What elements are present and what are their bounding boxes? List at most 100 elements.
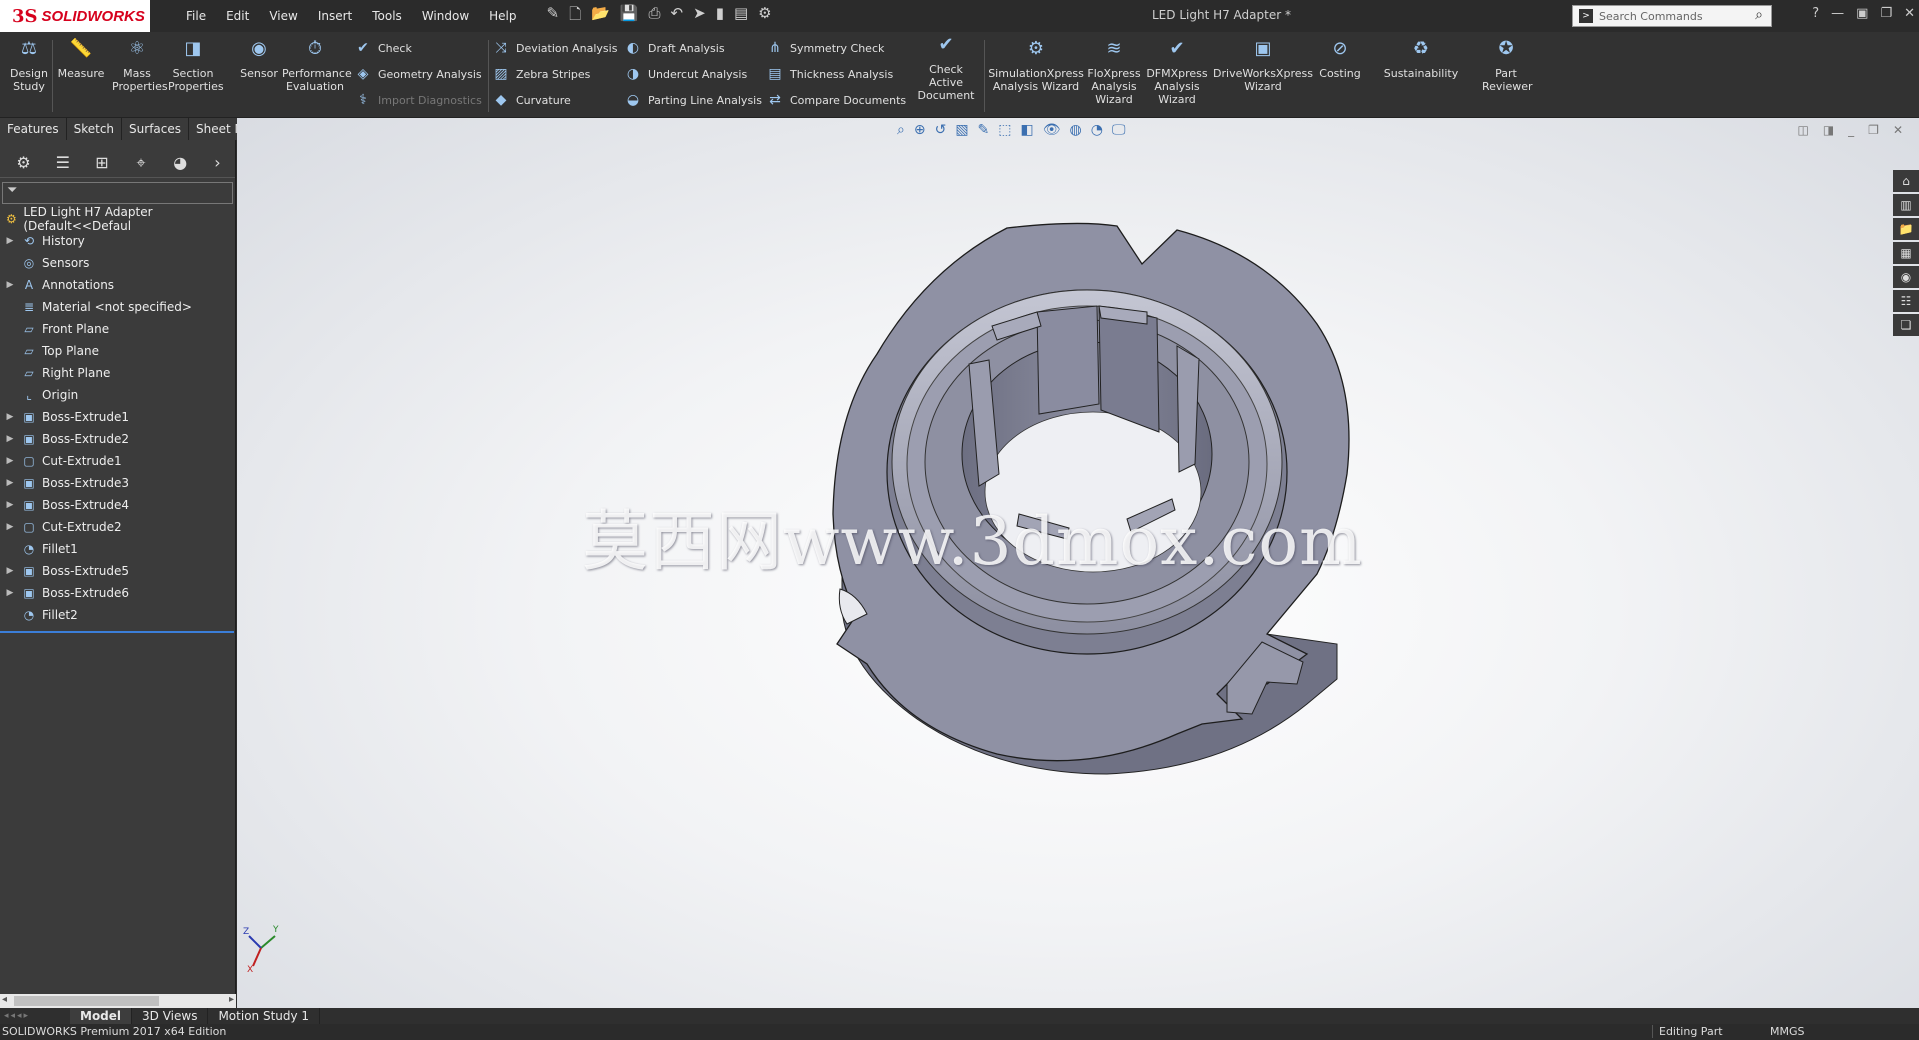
menu-edit[interactable]: Edit — [216, 9, 259, 23]
ribbon-draft-analysis-button[interactable]: ◐ Draft Analysis — [624, 40, 725, 56]
tree-item-front-plane[interactable]: ▱ Front Plane — [0, 318, 235, 340]
expand-arrow-icon[interactable]: ▶ — [0, 566, 20, 576]
scroll-thumb[interactable] — [14, 996, 159, 1006]
view-settings-icon[interactable]: 🖵 — [1112, 122, 1126, 138]
traffic-light-icon[interactable]: ▮ — [716, 4, 724, 29]
panel-horizontal-scrollbar[interactable]: ◂ ▸ — [0, 994, 236, 1008]
solidworks-logo[interactable]: 3S SOLIDWORKS — [0, 0, 150, 32]
status-units[interactable]: MMGS — [1770, 1025, 1805, 1038]
tab-features[interactable]: Features — [0, 118, 67, 140]
ribbon-performance-evaluation-button[interactable]: ⏱ Performance Evaluation — [282, 40, 352, 94]
new-document-icon[interactable]: 🗋 — [569, 4, 581, 29]
print-icon[interactable]: ⎙ — [649, 4, 661, 29]
ribbon-sensor-button[interactable]: ◉ Sensor — [234, 40, 284, 81]
expand-arrow-icon[interactable]: ▶ — [0, 412, 20, 422]
tree-item-boss-extrude2[interactable]: ▶ ▣ Boss-Extrude2 — [0, 428, 235, 450]
tree-filter[interactable]: ⏷ — [2, 182, 233, 204]
tree-item-boss-extrude4[interactable]: ▶ ▣ Boss-Extrude4 — [0, 494, 235, 516]
ribbon-zebra-stripes-button[interactable]: ▨ Zebra Stripes — [492, 66, 590, 82]
search-icon[interactable]: ⌕ — [1755, 7, 1763, 23]
ribbon-sustainability-button[interactable]: ♻ Sustainability — [1380, 40, 1462, 81]
save-icon[interactable]: 💾 — [620, 4, 639, 29]
tree-item-cut-extrude2[interactable]: ▶ ▢ Cut-Extrude2 — [0, 516, 235, 538]
zoom-to-area-icon[interactable]: ⊕ — [914, 122, 926, 138]
view-orientation-icon[interactable]: ⬚ — [998, 122, 1011, 138]
ribbon-geometry-analysis-button[interactable]: ◈ Geometry Analysis — [354, 66, 482, 82]
tree-item-led-light-h7-adapter-default-defaul[interactable]: ⚙ LED Light H7 Adapter (Default<<Defaul — [0, 205, 235, 233]
tree-item-history[interactable]: ▶ ⟲ History — [0, 230, 235, 252]
ribbon-parting-line-analysis-button[interactable]: ◒ Parting Line Analysis — [624, 92, 762, 108]
ribbon-thickness-analysis-button[interactable]: ▤ Thickness Analysis — [766, 66, 893, 82]
bottom-tab-model[interactable]: Model — [70, 1008, 133, 1024]
ribbon-section-properties-button[interactable]: ◨ Section Properties — [168, 40, 224, 94]
tab-surfaces[interactable]: Surfaces — [122, 118, 190, 140]
undo-icon[interactable]: ↶ — [671, 4, 684, 29]
ribbon-driveworksxpress-wizard-button[interactable]: ▣ DriveWorksXpress Wizard — [1210, 40, 1316, 94]
ribbon-dfmxpress-analysis-wizard-button[interactable]: ✔ DFMXpress Analysis Wizard — [1144, 40, 1210, 107]
ribbon-check-button[interactable]: ✔ Check — [354, 40, 412, 56]
tree-item-right-plane[interactable]: ▱ Right Plane — [0, 362, 235, 384]
ribbon-simulationxpress-analysis-wizard-button[interactable]: ⚙ SimulationXpress Analysis Wizard — [986, 40, 1086, 94]
close-icon[interactable]: ✕ — [1904, 6, 1915, 21]
ribbon-compare-documents-button[interactable]: ⇄ Compare Documents — [766, 92, 906, 108]
menu-view[interactable]: View — [259, 9, 307, 23]
expand-arrow-icon[interactable]: ▶ — [0, 522, 20, 532]
minimize-icon[interactable]: — — [1831, 6, 1844, 21]
scroll-left-icon[interactable]: ◂ — [2, 994, 7, 1005]
ribbon-deviation-analysis-button[interactable]: ⤨ Deviation Analysis — [492, 40, 617, 56]
tree-item-boss-extrude1[interactable]: ▶ ▣ Boss-Extrude1 — [0, 406, 235, 428]
bottom-tab-motion-study-1[interactable]: Motion Study 1 — [208, 1008, 321, 1024]
dynamic-annotation-icon[interactable]: ✎ — [978, 122, 990, 138]
menu-insert[interactable]: Insert — [308, 9, 362, 23]
design-library-icon[interactable]: ▥ — [1893, 194, 1919, 216]
expand-arrow-icon[interactable]: ▶ — [0, 588, 20, 598]
tree-item-boss-extrude3[interactable]: ▶ ▣ Boss-Extrude3 — [0, 472, 235, 494]
search-input[interactable]: Search Commands — [1599, 10, 1703, 23]
apply-scene-icon[interactable]: ◔ — [1091, 122, 1103, 138]
help-icon[interactable]: ? — [1812, 6, 1819, 21]
feature-manager-icon[interactable]: ⚙ — [4, 153, 43, 172]
tree-item-sensors[interactable]: ◎ Sensors — [0, 252, 235, 274]
appearances-icon[interactable]: ◉ — [1893, 266, 1919, 288]
configuration-manager-icon[interactable]: ⊞ — [82, 153, 121, 172]
ribbon-design-study-button[interactable]: ⚖ Design Study — [4, 40, 54, 94]
search-scope-icon[interactable]: > — [1579, 9, 1593, 23]
expand-panel-icon[interactable]: › — [200, 153, 235, 172]
menu-file[interactable]: File — [176, 9, 216, 23]
ribbon-curvature-button[interactable]: ◆ Curvature — [492, 92, 571, 108]
forum-icon[interactable]: ❏ — [1893, 314, 1919, 336]
ribbon-costing-button[interactable]: ⊘ Costing — [1318, 40, 1362, 81]
menu-help[interactable]: Help — [479, 9, 526, 23]
ribbon-measure-button[interactable]: 📏 Measure — [56, 40, 106, 81]
pin-icon[interactable]: ✎ — [547, 4, 560, 29]
property-manager-icon[interactable]: ☰ — [43, 153, 82, 172]
ribbon-undercut-analysis-button[interactable]: ◑ Undercut Analysis — [624, 66, 747, 82]
restore-icon[interactable]: ❐ — [1880, 6, 1892, 21]
ribbon-part-reviewer-button[interactable]: ✪ Part Reviewer — [1482, 40, 1533, 94]
ribbon-check-active-document-button[interactable]: ✔ Check Active Document — [912, 36, 980, 103]
tree-item-annotations[interactable]: ▶ A Annotations — [0, 274, 235, 296]
open-icon[interactable]: 📂 — [591, 4, 610, 29]
viewport-minimize-icon[interactable]: _ — [1848, 123, 1854, 137]
file-explorer-icon[interactable]: 📁 — [1893, 218, 1919, 240]
expand-arrow-icon[interactable]: ▶ — [0, 236, 20, 246]
graphics-area[interactable]: ⌕ ⊕ ↺ ▧ ✎ ⬚ ◧ 👁 ◍ ◔ 🖵 ◫ ◨ _ ❐ ✕ ⌂ ▥ 📁 ▦ … — [237, 118, 1919, 1008]
display-style-icon[interactable]: ◧ — [1021, 122, 1034, 138]
rollback-bar[interactable] — [0, 631, 234, 633]
bottom-tab-3d-views[interactable]: 3D Views — [132, 1008, 209, 1024]
tree-item-boss-extrude6[interactable]: ▶ ▣ Boss-Extrude6 — [0, 582, 235, 604]
tree-item-material-not-specified[interactable]: ≣ Material <not specified> — [0, 296, 235, 318]
tab-sketch[interactable]: Sketch — [66, 118, 123, 140]
solidworks-resources-icon[interactable]: ⌂ — [1893, 170, 1919, 192]
tile-icon[interactable]: ▣ — [1856, 6, 1868, 21]
ribbon-floxpress-analysis-wizard-button[interactable]: ≋ FloXpress Analysis Wizard — [1084, 40, 1144, 107]
select-icon[interactable]: ➤ — [693, 4, 706, 29]
scroll-right-icon[interactable]: ▸ — [229, 994, 234, 1005]
dimxpert-manager-icon[interactable]: ⌖ — [121, 153, 160, 173]
viewport-tile-left-icon[interactable]: ◫ — [1797, 123, 1808, 137]
tab-navigation-icon[interactable]: ◂◂◂▸ — [0, 1011, 70, 1021]
menu-window[interactable]: Window — [412, 9, 479, 23]
tree-item-fillet2[interactable]: ◔ Fillet2 — [0, 604, 235, 626]
zoom-to-fit-icon[interactable]: ⌕ — [897, 122, 905, 138]
tree-item-top-plane[interactable]: ▱ Top Plane — [0, 340, 235, 362]
